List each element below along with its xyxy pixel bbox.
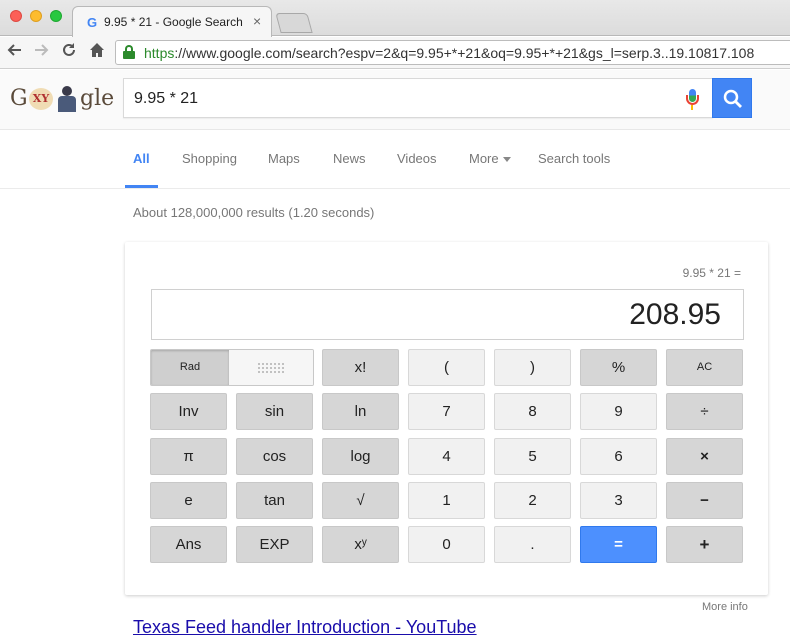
digit-0-button[interactable]: 0 [408, 526, 485, 563]
forward-arrow-icon[interactable] [30, 41, 52, 63]
search-icon [723, 89, 742, 108]
calculator-expression: 9.95 * 21 = [682, 266, 741, 280]
digit-1-button[interactable]: 1 [408, 482, 485, 519]
inv-button[interactable]: Inv [150, 393, 227, 430]
url-scheme: https [144, 45, 175, 61]
maximize-window-button[interactable] [50, 10, 62, 22]
address-bar[interactable]: https://www.google.com/search?espv=2&q=9… [115, 40, 790, 65]
tab-all[interactable]: All [133, 151, 150, 166]
tab-more[interactable]: More [469, 151, 511, 166]
browser-titlebar: G 9.95 * 21 - Google Search × [0, 0, 790, 37]
minus-button[interactable]: − [666, 482, 743, 519]
caret-down-icon [502, 157, 511, 163]
back-arrow-icon[interactable] [4, 41, 26, 63]
search-button[interactable] [712, 78, 752, 118]
divide-button[interactable]: ÷ [666, 393, 743, 430]
minimize-window-button[interactable] [30, 10, 42, 22]
search-input[interactable] [134, 89, 654, 109]
reload-icon[interactable] [58, 41, 80, 63]
doodle-letters-end: gle [80, 86, 115, 111]
url-rest: ://www.google.com/search?espv=2&q=9.95+*… [174, 45, 755, 61]
power-button[interactable]: xʸ [322, 526, 399, 563]
doodle-letter-g: G [10, 86, 28, 111]
decimal-point-button[interactable]: . [494, 526, 571, 563]
digit-5-button[interactable]: 5 [494, 438, 571, 475]
google-favicon-icon: G [87, 15, 98, 30]
sqrt-button[interactable]: √ [322, 482, 399, 519]
digit-3-button[interactable]: 3 [580, 482, 657, 519]
browser-toolbar: https://www.google.com/search?espv=2&q=9… [0, 37, 790, 69]
new-tab-button[interactable] [275, 13, 313, 33]
log-button[interactable]: log [322, 438, 399, 475]
microphone-icon[interactable] [685, 89, 699, 111]
close-window-button[interactable] [10, 10, 22, 22]
cos-button[interactable]: cos [236, 438, 313, 475]
digit-6-button[interactable]: 6 [580, 438, 657, 475]
digit-2-button[interactable]: 2 [494, 482, 571, 519]
ans-button[interactable]: Ans [150, 526, 227, 563]
doodle-figure-icon [54, 84, 80, 114]
result-stats: About 128,000,000 results (1.20 seconds) [133, 205, 375, 220]
sin-button[interactable]: sin [236, 393, 313, 430]
equals-button[interactable]: = [580, 526, 657, 563]
open-paren-button[interactable]: ( [408, 349, 485, 386]
ln-button[interactable]: ln [322, 393, 399, 430]
digit-9-button[interactable]: 9 [580, 393, 657, 430]
factorial-button[interactable]: x! [322, 349, 399, 386]
google-doodle-logo[interactable]: G XY gle [10, 84, 114, 116]
multiply-button[interactable]: × [666, 438, 743, 475]
pi-button[interactable]: π [150, 438, 227, 475]
secure-lock-icon [123, 45, 135, 59]
all-clear-button[interactable]: AC [666, 349, 743, 386]
tab-more-label: More [469, 151, 499, 166]
tan-button[interactable]: tan [236, 482, 313, 519]
search-result-title-link[interactable]: Texas Feed handler Introduction - YouTub… [133, 617, 477, 638]
url-text[interactable]: https://www.google.com/search?espv=2&q=9… [144, 45, 754, 61]
tab-search-tools[interactable]: Search tools [538, 151, 610, 166]
home-icon[interactable] [86, 41, 108, 63]
active-tab-underline [125, 185, 158, 188]
deg-button[interactable] [229, 350, 313, 385]
deg-placeholder-dots [257, 362, 285, 374]
exp-button[interactable]: EXP [236, 526, 313, 563]
tab-news[interactable]: News [333, 151, 366, 166]
tab-title: 9.95 * 21 - Google Search [104, 15, 243, 29]
digit-7-button[interactable]: 7 [408, 393, 485, 430]
tab-videos[interactable]: Videos [397, 151, 437, 166]
search-box [123, 78, 713, 118]
e-button[interactable]: e [150, 482, 227, 519]
search-tabs: All Shopping Maps News Videos More Searc… [0, 131, 790, 189]
close-paren-button[interactable]: ) [494, 349, 571, 386]
calculator-card: 9.95 * 21 = 208.95 Rad x! ( ) % AC Inv s… [125, 242, 768, 595]
percent-button[interactable]: % [580, 349, 657, 386]
angle-mode-toggle: Rad [150, 349, 314, 386]
plus-button[interactable]: + [666, 526, 743, 563]
digit-4-button[interactable]: 4 [408, 438, 485, 475]
doodle-xy-badge: XY [29, 88, 53, 110]
tab-maps[interactable]: Maps [268, 151, 300, 166]
browser-tab[interactable]: G 9.95 * 21 - Google Search × [72, 6, 272, 37]
tab-close-icon[interactable]: × [253, 13, 261, 29]
rad-button[interactable]: Rad [151, 350, 229, 385]
tab-shopping[interactable]: Shopping [182, 151, 237, 166]
calculator-result: 208.95 [629, 298, 721, 331]
more-info-link[interactable]: More info [702, 601, 748, 613]
digit-8-button[interactable]: 8 [494, 393, 571, 430]
calculator-display: 208.95 [151, 289, 744, 340]
google-header: G XY gle [0, 70, 790, 130]
